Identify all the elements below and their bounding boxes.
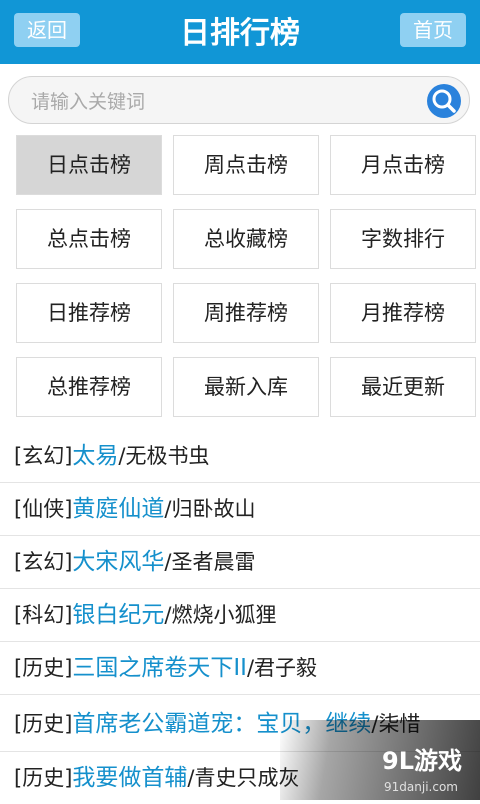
book-genre: [玄幻] [14, 550, 73, 574]
category-new-arrivals[interactable]: 最新入库 [173, 357, 319, 417]
watermark: 9L游戏 91danji.com [280, 720, 480, 800]
book-author: 无极书虫 [125, 444, 210, 468]
book-title-link[interactable]: 黄庭仙道 [72, 496, 164, 522]
category-daily-clicks[interactable]: 日点击榜 [16, 135, 162, 195]
watermark-logo-text: 9L游戏 [382, 747, 462, 775]
book-title-link[interactable]: 太易 [72, 443, 118, 469]
list-item: [玄幻]大宋风华/圣者晨雷 [0, 536, 480, 589]
book-author: 君子毅 [254, 656, 318, 680]
list-item: [科幻]银白纪元/燃烧小狐狸 [0, 589, 480, 642]
category-weekly-recommend[interactable]: 周推荐榜 [173, 283, 319, 343]
book-author: 归卧故山 [171, 497, 256, 521]
book-title-link[interactable]: 银白纪元 [72, 602, 164, 628]
home-button[interactable]: 首页 [400, 13, 466, 47]
book-title-link[interactable]: 我要做首辅 [72, 765, 187, 791]
watermark-url: 91danji.com [384, 780, 458, 794]
list-item: [仙侠]黄庭仙道/归卧故山 [0, 483, 480, 536]
book-genre: [历史] [14, 656, 73, 680]
book-genre: [科幻] [14, 603, 73, 627]
search-bar [8, 76, 470, 124]
search-icon [432, 89, 456, 113]
book-genre: [仙侠] [14, 497, 73, 521]
book-genre: [历史] [14, 712, 73, 736]
separator: / [246, 656, 255, 680]
category-total-recommend[interactable]: 总推荐榜 [16, 357, 162, 417]
book-author: 燃烧小狐狸 [171, 603, 277, 627]
category-monthly-recommend[interactable]: 月推荐榜 [330, 283, 476, 343]
category-monthly-clicks[interactable]: 月点击榜 [330, 135, 476, 195]
category-total-favorites[interactable]: 总收藏榜 [173, 209, 319, 269]
book-genre: [历史] [14, 766, 73, 790]
category-word-count[interactable]: 字数排行 [330, 209, 476, 269]
search-button[interactable] [427, 84, 461, 118]
book-author: 圣者晨雷 [171, 550, 256, 574]
book-title-link[interactable]: 大宋风华 [72, 549, 164, 575]
category-recent-updates[interactable]: 最近更新 [330, 357, 476, 417]
category-daily-recommend[interactable]: 日推荐榜 [16, 283, 162, 343]
category-total-clicks[interactable]: 总点击榜 [16, 209, 162, 269]
book-title-link[interactable]: 三国之席卷天下II [72, 655, 247, 681]
search-input[interactable] [29, 86, 413, 118]
book-genre: [玄幻] [14, 444, 73, 468]
list-item: [历史]三国之席卷天下II/君子毅 [0, 642, 480, 695]
category-weekly-clicks[interactable]: 周点击榜 [173, 135, 319, 195]
app-header: 返回 日排行榜 首页 [0, 0, 480, 64]
list-item: [玄幻]太易/无极书虫 [0, 430, 480, 483]
